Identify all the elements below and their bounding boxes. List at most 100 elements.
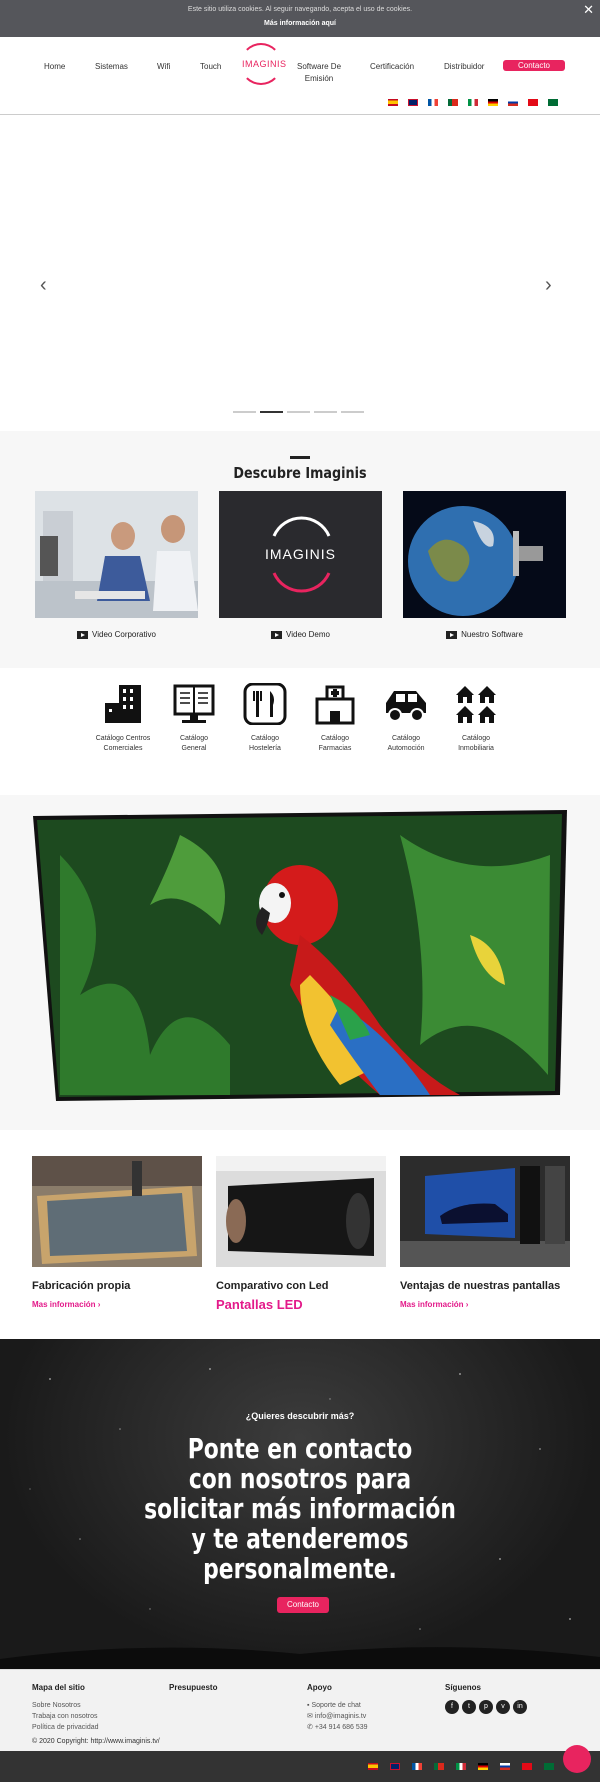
flag-it-icon[interactable] xyxy=(468,99,478,106)
cta-line: con nosotros para xyxy=(188,1462,412,1495)
footer-heading: Síguenos xyxy=(445,1683,482,1692)
video-demo-thumb[interactable]: IMAGINIS xyxy=(219,491,382,618)
footer-chat[interactable]: ▪ Soporte de chat xyxy=(307,1700,368,1711)
nav-touch[interactable]: Touch xyxy=(200,62,221,71)
footer-chat-label: Soporte de chat xyxy=(311,1702,361,1709)
flag-de-icon[interactable] xyxy=(478,1763,488,1770)
cta-line: Ponte en contacto xyxy=(187,1432,413,1465)
ventajas-image[interactable] xyxy=(400,1156,570,1267)
flag-pt-icon[interactable] xyxy=(434,1763,444,1770)
hero-slider: ‹ › xyxy=(0,116,600,431)
earth-satellite-image xyxy=(403,491,566,618)
envelope-icon: ✉ xyxy=(307,1713,315,1720)
flag-es-icon[interactable] xyxy=(368,1763,378,1770)
office-people-image xyxy=(35,491,198,618)
cookie-more-link[interactable]: Más información aquí xyxy=(0,20,600,27)
imaginis-logo[interactable]: IMAGINIS xyxy=(240,43,286,85)
footer-phone[interactable]: ✆ +34 914 686 539 xyxy=(307,1722,368,1733)
flag-gb-icon[interactable] xyxy=(390,1763,400,1770)
flag-sa-icon[interactable] xyxy=(548,99,558,106)
pinterest-icon[interactable]: p xyxy=(479,1700,493,1714)
catalog-centros-comerciales[interactable]: Catálogo Centros Comerciales xyxy=(88,683,158,754)
nav-software[interactable]: Software De Emisión xyxy=(297,61,341,85)
linkedin-icon[interactable]: in xyxy=(513,1700,527,1714)
nav-software-line1: Software De xyxy=(297,62,342,71)
video-label: Video Corporativo xyxy=(92,630,156,639)
comparativo-image[interactable] xyxy=(216,1156,386,1267)
floating-action-button[interactable] xyxy=(563,1745,591,1773)
video-label: Video Demo xyxy=(286,630,330,639)
close-icon[interactable]: ✕ xyxy=(583,2,594,18)
flag-es-icon[interactable] xyxy=(388,99,398,106)
flag-pt-icon[interactable] xyxy=(448,99,458,106)
chevron-right-icon[interactable]: › xyxy=(545,274,552,297)
catalog-label: Farmacias xyxy=(318,745,352,752)
catalog-label: Hostelería xyxy=(249,745,281,752)
feature-title-ventajas: Ventajas de nuestras pantallas xyxy=(400,1280,561,1292)
facebook-icon[interactable]: f xyxy=(445,1700,459,1714)
cta-contact-button[interactable]: Contacto xyxy=(277,1597,329,1613)
vimeo-icon[interactable]: v xyxy=(496,1700,510,1714)
catalog-label: General xyxy=(181,745,207,752)
main-nav: Home Sistemas Wifi Touch IMAGINIS Softwa… xyxy=(0,37,600,115)
nuestro-software-thumb[interactable] xyxy=(403,491,566,618)
mas-informacion-link[interactable]: Mas información › xyxy=(32,1300,100,1309)
flag-it-icon[interactable] xyxy=(456,1763,466,1770)
twitter-icon[interactable]: t xyxy=(462,1700,476,1714)
flag-tr-icon[interactable] xyxy=(522,1763,532,1770)
pantallas-led-link[interactable]: Pantallas LED xyxy=(216,1297,303,1312)
contact-button[interactable]: Contacto xyxy=(503,60,565,71)
footer-link-privacidad[interactable]: Política de privacidad xyxy=(32,1722,99,1733)
footer-heading: Mapa del sitio xyxy=(32,1683,85,1692)
nav-sistemas[interactable]: Sistemas xyxy=(95,62,128,71)
catalog-hosteleria[interactable]: Catálogo Hostelería xyxy=(230,682,300,754)
catalog-inmobiliaria[interactable]: Catálogo Inmobiliaria xyxy=(441,683,511,754)
flag-de-icon[interactable] xyxy=(488,99,498,106)
catalog-general[interactable]: Catálogo General xyxy=(159,683,229,754)
car-icon xyxy=(386,691,426,722)
video-corporativo-thumb[interactable] xyxy=(35,491,198,618)
catalog-automocion[interactable]: Catálogo Automoción xyxy=(371,683,441,754)
bottom-language-bar xyxy=(0,1751,600,1782)
footer-link-sobre-nosotros[interactable]: Sobre Nosotros xyxy=(32,1700,99,1711)
catalog-label: Catálogo xyxy=(391,735,421,742)
book-icon xyxy=(173,684,215,723)
houses-icon xyxy=(456,686,496,723)
flag-ru-icon[interactable] xyxy=(500,1763,510,1770)
nuestro-software-caption[interactable]: Nuestro Software xyxy=(403,630,566,639)
flag-fr-icon[interactable] xyxy=(428,99,438,106)
footer-email[interactable]: ✉ info@imaginis.tv xyxy=(307,1711,368,1722)
showroom-car-screen-image xyxy=(400,1156,570,1267)
flag-tr-icon[interactable] xyxy=(528,99,538,106)
flag-gb-icon[interactable] xyxy=(408,99,418,106)
video-demo-caption[interactable]: Video Demo xyxy=(219,630,382,639)
nav-certificacion[interactable]: Certificación xyxy=(370,62,414,71)
flag-sa-icon[interactable] xyxy=(544,1763,554,1770)
flag-ru-icon[interactable] xyxy=(508,99,518,106)
slider-dot[interactable] xyxy=(314,411,337,413)
mas-informacion-link[interactable]: Mas información › xyxy=(400,1300,468,1309)
chevron-left-icon[interactable]: ‹ xyxy=(40,274,47,297)
parrot-tv-image xyxy=(33,810,567,1101)
flag-fr-icon[interactable] xyxy=(412,1763,422,1770)
slider-dot[interactable] xyxy=(341,411,364,413)
footer-heading[interactable]: Presupuesto xyxy=(169,1683,217,1692)
slider-dot-active[interactable] xyxy=(260,411,283,413)
slider-dot[interactable] xyxy=(287,411,310,413)
fabricacion-image[interactable] xyxy=(32,1156,202,1267)
footer: Mapa del sitio Sobre Nosotros Trabaja co… xyxy=(0,1669,600,1751)
pharmacy-icon xyxy=(315,685,355,725)
footer-link-trabaja[interactable]: Trabaja con nosotros xyxy=(32,1711,99,1722)
footer-budget: Presupuesto xyxy=(169,1683,217,1700)
cta-headline: Ponte en contacto con nosotros para soli… xyxy=(66,1434,534,1584)
play-icon xyxy=(446,630,458,639)
cookie-banner: Este sitio utiliza cookies. Al seguir na… xyxy=(0,0,600,37)
nav-wifi[interactable]: Wifi xyxy=(157,62,170,71)
video-demo-logo-text: IMAGINIS xyxy=(264,546,336,562)
nav-distribuidor[interactable]: Distribuidor xyxy=(444,62,484,71)
catalog-farmacias[interactable]: Catálogo Farmacias xyxy=(300,683,370,754)
nav-software-line2: Emisión xyxy=(304,74,334,83)
video-corporativo-caption[interactable]: Video Corporativo xyxy=(35,630,198,639)
slider-dot[interactable] xyxy=(233,411,256,413)
nav-home[interactable]: Home xyxy=(44,62,65,71)
